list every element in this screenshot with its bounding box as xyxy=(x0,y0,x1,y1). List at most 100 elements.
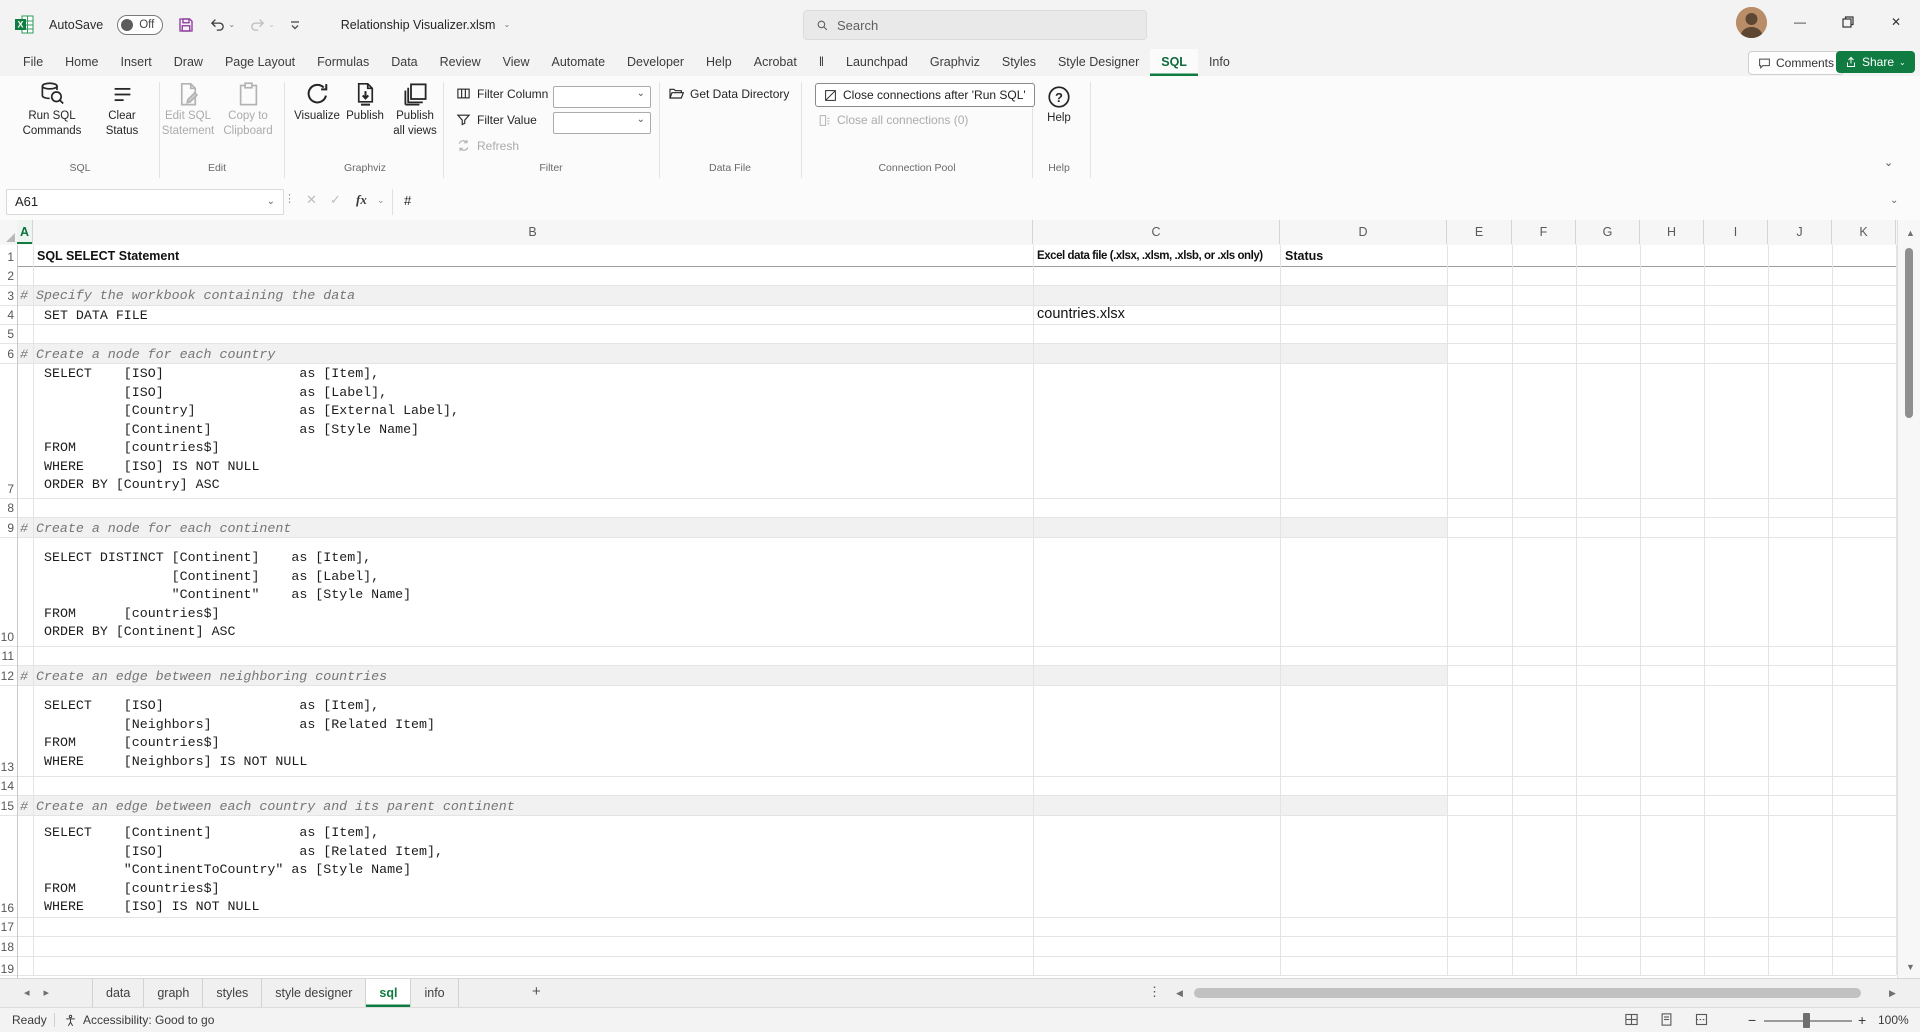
customize-quick-access-icon[interactable] xyxy=(289,19,301,31)
ribbon-tab-acrobat[interactable]: Acrobat xyxy=(743,49,808,76)
row-header-14[interactable]: 14 xyxy=(0,776,14,795)
ribbon-tab-info[interactable]: Info xyxy=(1198,49,1241,76)
scroll-down-icon[interactable]: ▼ xyxy=(1906,962,1915,972)
row-header-10[interactable]: 10 xyxy=(0,537,14,646)
share-button[interactable]: Share ⌄ xyxy=(1836,51,1915,73)
ribbon-tab-developer[interactable]: Developer xyxy=(616,49,695,76)
row-header-11[interactable]: 11 xyxy=(0,646,14,665)
add-sheet-button[interactable]: + xyxy=(532,983,541,1000)
ribbon-tab-file[interactable]: File xyxy=(12,49,54,76)
filter-column-select[interactable] xyxy=(553,86,651,108)
ribbon-tab-formulas[interactable]: Formulas xyxy=(306,49,380,76)
vertical-scrollbar-thumb[interactable] xyxy=(1905,248,1913,418)
sheet-grid[interactable]: 12345678910111213141516171819# Specify t… xyxy=(0,245,1897,978)
document-title[interactable]: Relationship Visualizer.xlsm xyxy=(341,18,496,32)
undo-dropdown-icon[interactable]: ⌄ xyxy=(228,20,235,29)
cell-header-sql-select[interactable]: SQL SELECT Statement xyxy=(37,249,179,263)
ribbon-tab-draw[interactable]: Draw xyxy=(163,49,214,76)
accessibility-status[interactable]: Accessibility: Good to go xyxy=(64,1008,214,1032)
column-header-k[interactable]: K xyxy=(1832,220,1896,244)
name-box[interactable]: A61 ⌄ xyxy=(6,189,284,215)
ribbon-tab-page-layout[interactable]: Page Layout xyxy=(214,49,306,76)
row-header-12[interactable]: 12 xyxy=(0,665,14,685)
zoom-slider-knob[interactable] xyxy=(1803,1013,1810,1028)
redo-button[interactable]: ⌄ xyxy=(249,16,275,33)
row-header-8[interactable]: 8 xyxy=(0,498,14,517)
select-all-corner[interactable] xyxy=(0,220,18,244)
horizontal-scrollbar-thumb[interactable] xyxy=(1194,988,1861,998)
row-header-7[interactable]: 7 xyxy=(0,363,14,498)
filter-value-button[interactable]: Filter Value xyxy=(456,112,537,127)
filter-column-button[interactable]: Filter Column xyxy=(456,86,548,101)
column-header-j[interactable]: J xyxy=(1768,220,1832,244)
column-header-a[interactable]: A xyxy=(17,220,33,244)
visualize-button[interactable]: Visualize xyxy=(288,81,346,123)
row-header-6[interactable]: 6 xyxy=(0,343,14,363)
cell-header-status[interactable]: Status xyxy=(1285,249,1323,263)
column-header-g[interactable]: G xyxy=(1576,220,1640,244)
ribbon-tab-launchpad[interactable]: Launchpad xyxy=(835,49,919,76)
restore-button[interactable] xyxy=(1825,0,1871,44)
cell-header-excel-data-file[interactable]: Excel data file (.xlsx, .xlsm, .xlsb, or… xyxy=(1037,250,1279,262)
name-box-dropdown-icon[interactable]: ⌄ xyxy=(267,190,275,213)
hscroll-left-icon[interactable]: ◀ xyxy=(1176,988,1183,999)
row-header-9[interactable]: 9 xyxy=(0,517,14,537)
column-header-i[interactable]: I xyxy=(1704,220,1768,244)
get-data-directory-button[interactable]: Get Data Directory xyxy=(668,86,789,102)
row-header-16[interactable]: 16 xyxy=(0,815,14,917)
row-header-2[interactable]: 2 xyxy=(0,266,14,285)
row-header-3[interactable]: 3 xyxy=(0,285,14,305)
ribbon-tab-data[interactable]: Data xyxy=(380,49,428,76)
zoom-in-button[interactable]: + xyxy=(1858,1008,1866,1032)
ribbon-tab-graphviz[interactable]: Graphviz xyxy=(919,49,991,76)
row-header-15[interactable]: 15 xyxy=(0,795,14,815)
row-header-4[interactable]: 4 xyxy=(0,305,14,324)
clear-status-button[interactable]: Clear Status xyxy=(96,81,148,138)
row-header-5[interactable]: 5 xyxy=(0,324,14,343)
ribbon-tab-tab[interactable]: ‖ xyxy=(808,49,835,76)
drag-handle-icon[interactable]: ⋮ xyxy=(284,192,295,205)
ribbon-tab-style-designer[interactable]: Style Designer xyxy=(1047,49,1150,76)
expand-formula-bar-icon[interactable]: ⌄ xyxy=(1890,195,1898,206)
save-button[interactable] xyxy=(177,16,195,34)
sheet-tab-info[interactable]: info xyxy=(411,979,458,1007)
sheet-tab-sql[interactable]: sql xyxy=(366,979,411,1007)
avatar[interactable] xyxy=(1736,7,1767,38)
insert-function-button[interactable]: fx xyxy=(356,192,367,208)
ribbon-tab-automate[interactable]: Automate xyxy=(541,49,617,76)
zoom-out-button[interactable]: − xyxy=(1748,1008,1756,1032)
vertical-scrollbar[interactable]: ▲ ▼ xyxy=(1897,220,1920,978)
publish-button[interactable]: Publish xyxy=(342,81,388,123)
ribbon-tab-review[interactable]: Review xyxy=(429,49,492,76)
scroll-up-icon[interactable]: ▲ xyxy=(1906,228,1915,238)
ribbon-tab-styles[interactable]: Styles xyxy=(991,49,1047,76)
title-dropdown-icon[interactable]: ⌄ xyxy=(503,20,510,29)
sheet-tab-graph[interactable]: graph xyxy=(144,979,203,1007)
column-header-e[interactable]: E xyxy=(1447,220,1512,244)
column-header-b[interactable]: B xyxy=(33,220,1033,244)
close-button[interactable]: ✕ xyxy=(1873,0,1919,44)
autosave-toggle[interactable]: Off xyxy=(117,15,163,35)
run-sql-commands-button[interactable]: Run SQL Commands xyxy=(12,81,92,138)
tab-overflow-icon[interactable]: ⋮ xyxy=(1148,984,1161,1000)
search-box[interactable]: Search xyxy=(803,10,1147,40)
column-header-d[interactable]: D xyxy=(1280,220,1447,244)
row-header-13[interactable]: 13 xyxy=(0,685,14,776)
normal-view-button[interactable] xyxy=(1624,1012,1642,1028)
ribbon-tab-sql[interactable]: SQL xyxy=(1150,49,1198,76)
page-layout-view-button[interactable] xyxy=(1659,1012,1677,1028)
page-break-view-button[interactable] xyxy=(1694,1012,1712,1028)
collapse-ribbon-icon[interactable]: ⌄ xyxy=(1884,156,1893,169)
cell-set-data-file[interactable]: SET DATA FILE xyxy=(44,307,148,326)
column-header-h[interactable]: H xyxy=(1640,220,1704,244)
share-dropdown-icon[interactable]: ⌄ xyxy=(1899,58,1906,67)
help-button[interactable]: ? Help xyxy=(1036,84,1082,125)
minimize-button[interactable]: — xyxy=(1777,0,1823,44)
cell-data-file-value[interactable]: countries.xlsx xyxy=(1037,306,1125,322)
column-header-c[interactable]: C xyxy=(1033,220,1280,244)
ribbon-tab-help[interactable]: Help xyxy=(695,49,743,76)
row-header-1[interactable]: 1 xyxy=(0,245,14,266)
zoom-level[interactable]: 100% xyxy=(1878,1008,1909,1032)
sheet-tab-styles[interactable]: styles xyxy=(203,979,262,1007)
sheet-tab-data[interactable]: data xyxy=(92,979,144,1007)
